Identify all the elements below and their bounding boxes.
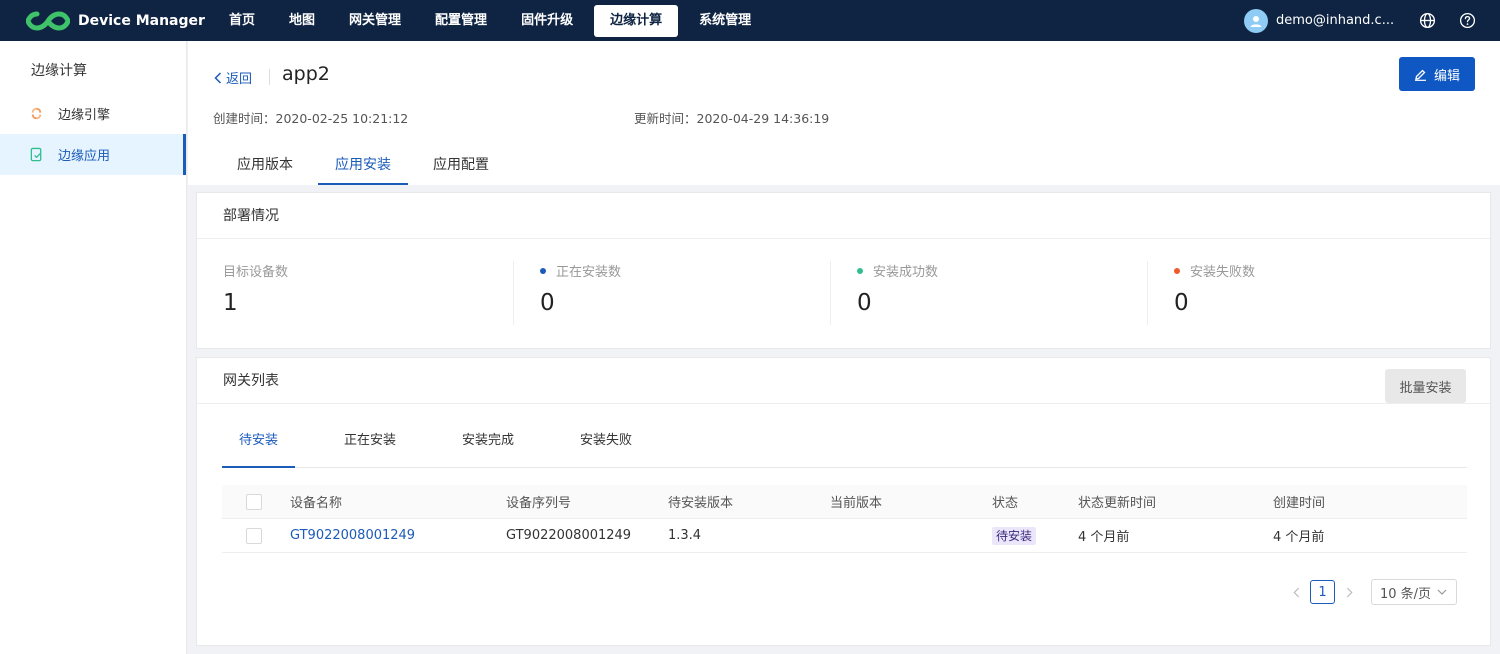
tab-install-failed[interactable]: 安装失败	[563, 424, 649, 468]
stat-value: 0	[1174, 290, 1189, 316]
page-size-select[interactable]: 10 条/页	[1371, 579, 1457, 605]
app-icon	[28, 147, 44, 163]
stat-target-devices: 目标设备数 1	[197, 261, 514, 325]
created-time-cell: 4 个月前	[1273, 530, 1325, 545]
pending-version: 1.3.4	[668, 528, 702, 543]
column-header: 状态更新时间	[1078, 496, 1157, 511]
pagination: 1 10 条/页	[1284, 579, 1457, 605]
install-status-tabs: 待安装 正在安装 安装完成 安装失败	[222, 424, 1467, 468]
chevron-left-icon	[214, 71, 222, 84]
status-dot	[540, 267, 546, 274]
top-right-tools: demo@inhand.c...	[1244, 0, 1500, 41]
edit-label: 编辑	[1433, 68, 1460, 84]
user-email[interactable]: demo@inhand.c...	[1276, 13, 1396, 28]
nav-gateway-management[interactable]: 网关管理	[336, 5, 414, 37]
top-nav-bar: Device Manager 首页 地图 网关管理 配置管理 固件升级 边缘计算…	[0, 0, 1500, 41]
app-logo[interactable]: Device Manager	[26, 10, 216, 32]
status-dot	[1174, 267, 1180, 274]
prev-page-icon[interactable]	[1288, 584, 1304, 600]
nav-map[interactable]: 地图	[276, 5, 328, 37]
stat-label: 目标设备数	[223, 265, 289, 280]
avatar[interactable]	[1244, 8, 1268, 33]
sidebar-item-edge-engine[interactable]: 边缘引擎	[0, 93, 186, 134]
help-icon[interactable]	[1458, 12, 1476, 30]
infinity-logo-icon	[26, 10, 70, 31]
sidebar-item-label: 边缘引擎	[58, 108, 111, 123]
stat-installing: 正在安装数 0	[514, 261, 831, 325]
gateway-table: 设备名称 设备序列号 待安装版本 当前版本 状态 状态更新时间 创建时间 GT9…	[222, 485, 1467, 553]
page-title: app2	[282, 63, 330, 85]
created-time: 创建时间：2020-02-25 10:21:12	[213, 111, 409, 126]
nav-config-management[interactable]: 配置管理	[422, 5, 500, 37]
sidebar-title: 边缘计算	[31, 63, 87, 79]
nav-system-management[interactable]: 系统管理	[686, 5, 764, 37]
table-header-row: 设备名称 设备序列号 待安装版本 当前版本 状态 状态更新时间 创建时间	[222, 485, 1467, 519]
column-header: 当前版本	[830, 496, 883, 511]
back-label: 返回	[226, 72, 253, 87]
row-checkbox[interactable]	[246, 527, 262, 544]
table-row: GT9022008001249 GT9022008001249 1.3.4 待安…	[222, 519, 1467, 553]
deploy-stats: 目标设备数 1 正在安装数 0 安装成功数 0 安装失败数 0	[197, 239, 1490, 325]
stat-label: 正在安装数	[556, 265, 622, 280]
device-name-link[interactable]: GT9022008001249	[290, 528, 506, 543]
tab-installing[interactable]: 正在安装	[327, 424, 413, 468]
tab-app-version[interactable]: 应用版本	[220, 145, 310, 185]
pencil-icon	[1414, 69, 1426, 81]
column-header: 设备序列号	[506, 496, 572, 511]
stat-label: 安装成功数	[873, 265, 939, 280]
device-serial: GT9022008001249	[506, 528, 632, 543]
deploy-card: 部署情况 目标设备数 1 正在安装数 0 安装成功数 0 安装失败数 0	[196, 192, 1491, 349]
status-updated-time: 4 个月前	[1078, 530, 1130, 545]
deploy-title: 部署情况	[197, 193, 1490, 239]
nav-firmware-upgrade[interactable]: 固件升级	[508, 5, 586, 37]
chevron-down-icon	[1437, 589, 1447, 595]
stat-install-success: 安装成功数 0	[831, 261, 1148, 325]
page-header: 返回 app2 编辑 创建时间：2020-02-25 10:21:12 更新时间…	[188, 41, 1500, 185]
page-size-label: 10 条/页	[1380, 586, 1432, 602]
user-icon	[1250, 15, 1262, 27]
tab-app-config[interactable]: 应用配置	[416, 145, 506, 185]
column-header: 创建时间	[1273, 496, 1326, 511]
tab-install-complete[interactable]: 安装完成	[445, 424, 531, 468]
column-header: 待安装版本	[668, 496, 734, 511]
stat-value: 1	[223, 290, 238, 316]
stat-value: 0	[857, 290, 872, 316]
status-badge: 待安装	[992, 526, 1037, 545]
main-nav: 首页 地图 网关管理 配置管理 固件升级 边缘计算 系统管理	[216, 0, 772, 41]
page-number[interactable]: 1	[1310, 580, 1335, 604]
column-header: 状态	[992, 496, 1019, 511]
next-page-icon[interactable]	[1341, 584, 1357, 600]
app-tabs: 应用版本 应用安装 应用配置	[220, 145, 514, 185]
nav-edge-computing[interactable]: 边缘计算	[594, 4, 679, 37]
gateway-list-title: 网关列表	[197, 358, 1490, 404]
status-dot	[857, 267, 863, 274]
sidebar-item-label: 边缘应用	[58, 149, 111, 164]
globe-icon[interactable]	[1418, 12, 1436, 30]
nav-home[interactable]: 首页	[216, 5, 268, 37]
sidebar-item-edge-app[interactable]: 边缘应用	[0, 134, 186, 175]
stat-label: 安装失败数	[1190, 265, 1256, 280]
tab-app-install[interactable]: 应用安装	[318, 145, 408, 185]
gateway-list-card: 网关列表 批量安装 待安装 正在安装 安装完成 安装失败 设备名称 设备序列号 …	[196, 357, 1491, 646]
engine-icon	[28, 106, 44, 122]
title-divider	[269, 69, 270, 85]
sidebar: 边缘计算 边缘引擎 边缘应用	[0, 41, 187, 654]
tab-pending-install[interactable]: 待安装	[222, 424, 296, 468]
stat-install-failed: 安装失败数 0	[1148, 261, 1465, 325]
app-name: Device Manager	[78, 12, 205, 29]
column-header: 设备名称	[290, 496, 343, 511]
edit-button[interactable]: 编辑	[1399, 57, 1475, 91]
batch-install-button[interactable]: 批量安装	[1385, 369, 1466, 403]
updated-time: 更新时间：2020-04-29 14:36:19	[634, 111, 830, 126]
stat-value: 0	[540, 290, 555, 316]
back-link[interactable]: 返回	[213, 68, 252, 87]
select-all-checkbox[interactable]	[246, 493, 262, 510]
